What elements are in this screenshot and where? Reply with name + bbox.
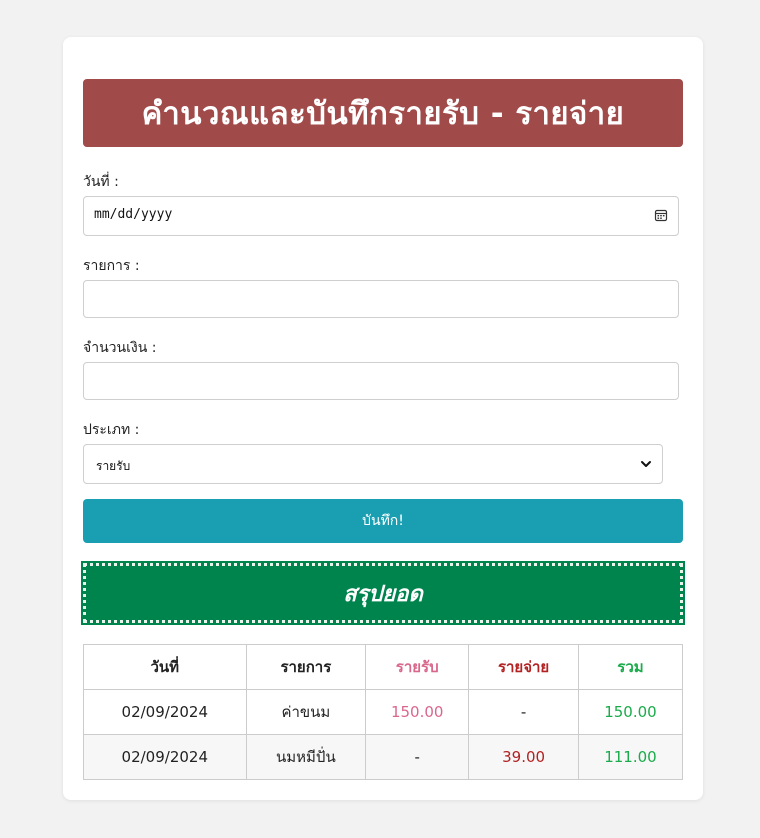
table-header-row: วันที่ รายการ รายรับ รายจ่าย รวม (83, 644, 684, 690)
item-label: รายการ : (83, 258, 140, 274)
ledger-table: วันที่ รายการ รายรับ รายจ่าย รวม 02/09/2… (83, 644, 684, 780)
save-button[interactable]: บันทึก! (83, 499, 683, 543)
amount-input[interactable] (83, 362, 679, 400)
cell-item: นมหมีปั่น (245, 734, 367, 780)
cell-date: 02/09/2024 (83, 734, 247, 780)
cell-total: 150.00 (577, 689, 684, 735)
type-selected-value: รายรับ (96, 459, 131, 473)
header-income: รายรับ (365, 644, 470, 690)
cell-date: 02/09/2024 (83, 689, 247, 735)
table-row: 02/09/2024 นมหมีปั่น - 39.00 111.00 (83, 734, 684, 780)
header-item: รายการ (245, 644, 367, 690)
calendar-icon[interactable] (654, 208, 668, 222)
date-label: วันที่ : (83, 174, 119, 190)
date-input[interactable]: mm/dd/yyyy (83, 196, 679, 236)
cell-income: 150.00 (365, 689, 470, 735)
table-row: 02/09/2024 ค่าขนม 150.00 - 150.00 (83, 689, 684, 735)
cell-income: - (365, 734, 470, 780)
item-input[interactable] (83, 280, 679, 318)
chevron-down-icon (641, 461, 651, 467)
type-select[interactable]: รายรับ (83, 444, 663, 484)
summary-label: สรุปยอด (343, 581, 423, 607)
summary-banner: สรุปยอด (81, 561, 685, 625)
cell-item: ค่าขนม (245, 689, 367, 735)
header-expense: รายจ่าย (468, 644, 579, 690)
date-value: mm/dd/yyyy (94, 207, 173, 222)
page-title-bar: คำนวณและบันทึกรายรับ - รายจ่าย (83, 79, 683, 147)
header-date: วันที่ (83, 644, 247, 690)
header-total: รวม (577, 644, 684, 690)
type-label: ประเภท : (83, 422, 140, 438)
form-card: คำนวณและบันทึกรายรับ - รายจ่าย วันที่ : … (63, 37, 703, 800)
cell-total: 111.00 (577, 734, 684, 780)
cell-expense: - (468, 689, 579, 735)
cell-expense: 39.00 (468, 734, 579, 780)
amount-label: จำนวนเงิน : (83, 340, 157, 356)
page-title: คำนวณและบันทึกรายรับ - รายจ่าย (141, 96, 625, 132)
